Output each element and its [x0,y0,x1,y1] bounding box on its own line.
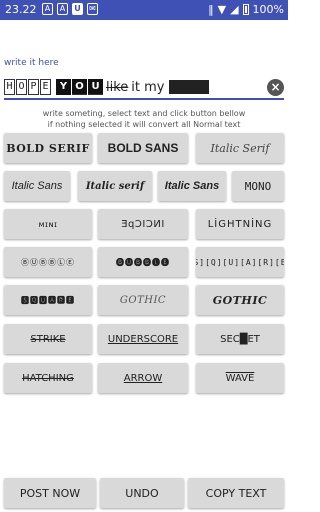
plain-text: it my [131,79,165,95]
style-button-bubble-fill[interactable]: 🅑🅤🅑🅑🅛🅔 [98,247,188,277]
style-button-gothic-bold[interactable]: GOTHIC [196,285,284,315]
negative-char: Y [56,79,71,95]
wifi-icon: ▼ [217,3,227,16]
style-button-strike[interactable]: STRIKE [4,324,92,354]
vibrate-icon: ‖ [208,3,214,16]
status-system-icons: ‖ ▼ ◢ 100% [208,3,284,16]
style-button-hatching[interactable]: HATCHING [4,363,92,393]
style-button-bold-serif[interactable]: BOLD SERIF [4,133,92,163]
boxed-char: H [4,79,15,95]
status-notification-icons: A A U ✉ [42,3,98,15]
copy-text-button[interactable]: COPY TEXT [188,478,284,508]
negative-char: U [88,79,103,95]
mail-icon: ✉ [87,3,98,15]
style-button-secret[interactable]: SEC█ET [196,324,284,354]
status-time: 23.22 [5,3,37,16]
boxed-char: O [16,79,27,95]
style-button-lightning[interactable]: LİGHTNİNG [196,209,284,239]
style-button-italic-serif[interactable]: Italic Serif [196,133,284,163]
instructions-line-1: write someting, select text and click bu… [42,109,246,118]
battery-percent: 100% [252,3,284,16]
secret-block [168,80,209,94]
post-now-button[interactable]: POST NOW [4,478,96,508]
clear-icon[interactable]: × [267,79,284,96]
instructions: write someting, select text and click bu… [0,108,288,130]
style-button-bold-sans[interactable]: BOLD SANS [98,133,188,163]
input-hint-label: write it here [4,58,59,68]
instructions-line-2: if nothing selected it will convert all … [47,120,241,129]
signal-icon: ◢ [230,3,239,16]
text-editor[interactable]: H O P E Y O U like it my × [4,76,284,100]
editor-content[interactable]: H O P E Y O U like it my [4,79,209,95]
notification-icon: U [72,3,83,15]
style-button-wave[interactable]: WAVE [196,363,284,393]
style-button-gothic[interactable]: GOTHIC [98,285,188,315]
negative-char: O [72,79,87,95]
battery-icon [242,4,249,15]
style-button-square-fill[interactable]: 🆂🆀🆄🅰🆁🅴 [4,285,92,315]
style-button-underscore[interactable]: UNDERSCORE [98,324,188,354]
boxed-char: E [40,79,51,95]
style-button-square[interactable]: [S][Q][U][A][R][E] [196,247,284,277]
style-button-italic-serif-bold[interactable]: Italic serif [78,171,152,201]
style-button-mono[interactable]: MONO [232,171,284,201]
style-button-mini[interactable]: ᴍɪɴɪ [4,209,92,239]
boxed-char: P [28,79,39,95]
style-button-italic-sans[interactable]: Italic Sans [4,171,70,201]
style-button-arrow[interactable]: ARROW [98,363,188,393]
strike-word: like [106,79,129,95]
notification-icon: A [57,3,68,15]
notification-icon: A [42,3,53,15]
style-button-mirror[interactable]: ƎqƆIƆИI [98,209,188,239]
style-button-bubble[interactable]: ⒷⓊⒷⒷⓁⒺ [4,247,92,277]
style-button-italic-sans-bold[interactable]: Italic Sans [158,171,226,201]
undo-button[interactable]: UNDO [100,478,184,508]
status-bar: 23.22 A A U ✉ ‖ ▼ ◢ 100% [0,0,288,20]
